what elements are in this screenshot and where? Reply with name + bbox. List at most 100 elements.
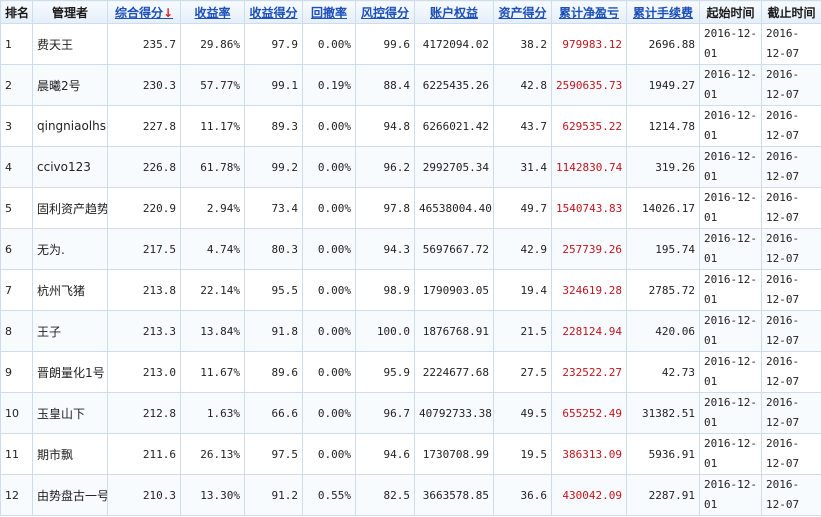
column-header-net-pl[interactable]: 累计净盈亏 — [551, 0, 627, 24]
cell-start: 2016-12-01 — [699, 433, 762, 475]
cell-fees: 2785.72 — [626, 269, 700, 311]
table-row: 2 晨曦2号 230.3 57.77% 99.1 0.19% 88.4 6225435.26 4… — [0, 64, 821, 106]
cell-return-score: 95.5 — [244, 269, 303, 311]
cell-asset-score: 19.4 — [493, 269, 552, 311]
cell-manager: 玉皇山下 — [32, 392, 108, 434]
cell-return-rate: 1.63% — [180, 392, 245, 434]
cell-start: 2016-12-01 — [699, 474, 762, 516]
table-row: 12 由势盘古一号 210.3 13.30% 91.2 0.55% 82.5 3663578.… — [0, 474, 821, 516]
cell-rank: 3 — [0, 105, 33, 147]
cell-asset-score: 36.6 — [493, 474, 552, 516]
cell-rank: 12 — [0, 474, 33, 516]
cell-score: 210.3 — [107, 474, 181, 516]
cell-risk-score: 94.6 — [355, 433, 415, 475]
cell-drawdown: 0.00% — [302, 392, 356, 434]
cell-end: 2016-12-07 — [761, 474, 821, 516]
cell-score: 220.9 — [107, 187, 181, 229]
table-header: 排名 管理者 综合得分↓ 收益率 收益得分 回撤率 风控得分 账户权益 资产得分 累计净盈亏 累计手… — [0, 0, 821, 24]
cell-equity: 2992705.34 — [414, 146, 494, 188]
cell-end: 2016-12-07 — [761, 392, 821, 434]
cell-equity: 5697667.72 — [414, 228, 494, 270]
cell-asset-score: 19.5 — [493, 433, 552, 475]
column-header-return-rate[interactable]: 收益率 — [180, 0, 245, 24]
cell-score: 213.3 — [107, 310, 181, 352]
cell-score: 226.8 — [107, 146, 181, 188]
table-row: 6 无为. 217.5 4.74% 80.3 0.00% 94.3 5697667.72 42.… — [0, 228, 821, 270]
cell-fees: 319.26 — [626, 146, 700, 188]
column-header-asset-score[interactable]: 资产得分 — [493, 0, 552, 24]
cell-net-pl: 324619.28 — [551, 269, 627, 311]
cell-return-score: 97.5 — [244, 433, 303, 475]
cell-manager: 期市飘 — [32, 433, 108, 475]
cell-net-pl: 1142830.74 — [551, 146, 627, 188]
cell-return-rate: 22.14% — [180, 269, 245, 311]
cell-risk-score: 99.6 — [355, 23, 415, 65]
cell-manager: 杭州飞猪 — [32, 269, 108, 311]
cell-asset-score: 49.5 — [493, 392, 552, 434]
cell-net-pl: 228124.94 — [551, 310, 627, 352]
cell-net-pl: 232522.27 — [551, 351, 627, 393]
cell-return-rate: 11.17% — [180, 105, 245, 147]
column-header-label: 回撤率 — [310, 5, 347, 20]
cell-start: 2016-12-01 — [699, 351, 762, 393]
cell-return-rate: 26.13% — [180, 433, 245, 475]
cell-end: 2016-12-07 — [761, 351, 821, 393]
cell-drawdown: 0.00% — [302, 433, 356, 475]
cell-drawdown: 0.00% — [302, 187, 356, 229]
column-header-score[interactable]: 综合得分↓ — [107, 0, 181, 24]
cell-drawdown: 0.19% — [302, 64, 356, 106]
cell-fees: 31382.51 — [626, 392, 700, 434]
column-header-equity[interactable]: 账户权益 — [414, 0, 494, 24]
column-header-label: 管理者 — [51, 5, 88, 20]
cell-equity: 6225435.26 — [414, 64, 494, 106]
cell-net-pl: 386313.09 — [551, 433, 627, 475]
cell-asset-score: 42.8 — [493, 64, 552, 106]
cell-drawdown: 0.00% — [302, 146, 356, 188]
cell-drawdown: 0.00% — [302, 228, 356, 270]
cell-asset-score: 21.5 — [493, 310, 552, 352]
cell-drawdown: 0.55% — [302, 474, 356, 516]
table-row: 4 ccivo123 226.8 61.78% 99.2 0.00% 96.2 2992705… — [0, 146, 821, 188]
cell-return-score: 73.4 — [244, 187, 303, 229]
column-header-risk-score[interactable]: 风控得分 — [355, 0, 415, 24]
cell-manager: 无为. — [32, 228, 108, 270]
cell-drawdown: 0.00% — [302, 351, 356, 393]
cell-net-pl: 1540743.83 — [551, 187, 627, 229]
header-row: 排名 管理者 综合得分↓ 收益率 收益得分 回撤率 风控得分 账户权益 资产得分 累计净盈亏 累计手… — [0, 0, 821, 24]
table-row: 11 期市飘 211.6 26.13% 97.5 0.00% 94.6 1730708.99 1… — [0, 433, 821, 475]
cell-manager: 晋朗量化1号 — [32, 351, 108, 393]
cell-drawdown: 0.00% — [302, 269, 356, 311]
cell-rank: 5 — [0, 187, 33, 229]
cell-net-pl: 430042.09 — [551, 474, 627, 516]
cell-rank: 7 — [0, 269, 33, 311]
cell-manager: 费天王 — [32, 23, 108, 65]
column-header-end: 截止时间 — [761, 0, 821, 24]
cell-return-rate: 29.86% — [180, 23, 245, 65]
cell-net-pl: 979983.12 — [551, 23, 627, 65]
cell-end: 2016-12-07 — [761, 64, 821, 106]
cell-end: 2016-12-07 — [761, 23, 821, 65]
column-header-label: 账户权益 — [429, 5, 478, 20]
column-header-return-score[interactable]: 收益得分 — [244, 0, 303, 24]
cell-net-pl: 2590635.73 — [551, 64, 627, 106]
cell-rank: 4 — [0, 146, 33, 188]
cell-start: 2016-12-01 — [699, 310, 762, 352]
column-header-label: 收益率 — [194, 5, 231, 20]
column-header-label: 风控得分 — [360, 5, 409, 20]
cell-end: 2016-12-07 — [761, 433, 821, 475]
cell-rank: 10 — [0, 392, 33, 434]
cell-drawdown: 0.00% — [302, 310, 356, 352]
cell-return-rate: 2.94% — [180, 187, 245, 229]
cell-equity: 1876768.91 — [414, 310, 494, 352]
cell-fees: 42.73 — [626, 351, 700, 393]
cell-equity: 4172094.02 — [414, 23, 494, 65]
cell-score: 211.6 — [107, 433, 181, 475]
column-header-fees[interactable]: 累计手续费 — [626, 0, 700, 24]
column-header-drawdown[interactable]: 回撤率 — [302, 0, 356, 24]
cell-rank: 1 — [0, 23, 33, 65]
column-header-label: 累计手续费 — [632, 5, 693, 20]
cell-asset-score: 42.9 — [493, 228, 552, 270]
cell-score: 212.8 — [107, 392, 181, 434]
cell-net-pl: 629535.22 — [551, 105, 627, 147]
table-body: 1 费天王 235.7 29.86% 97.9 0.00% 99.6 4172094.02 38… — [0, 23, 821, 516]
